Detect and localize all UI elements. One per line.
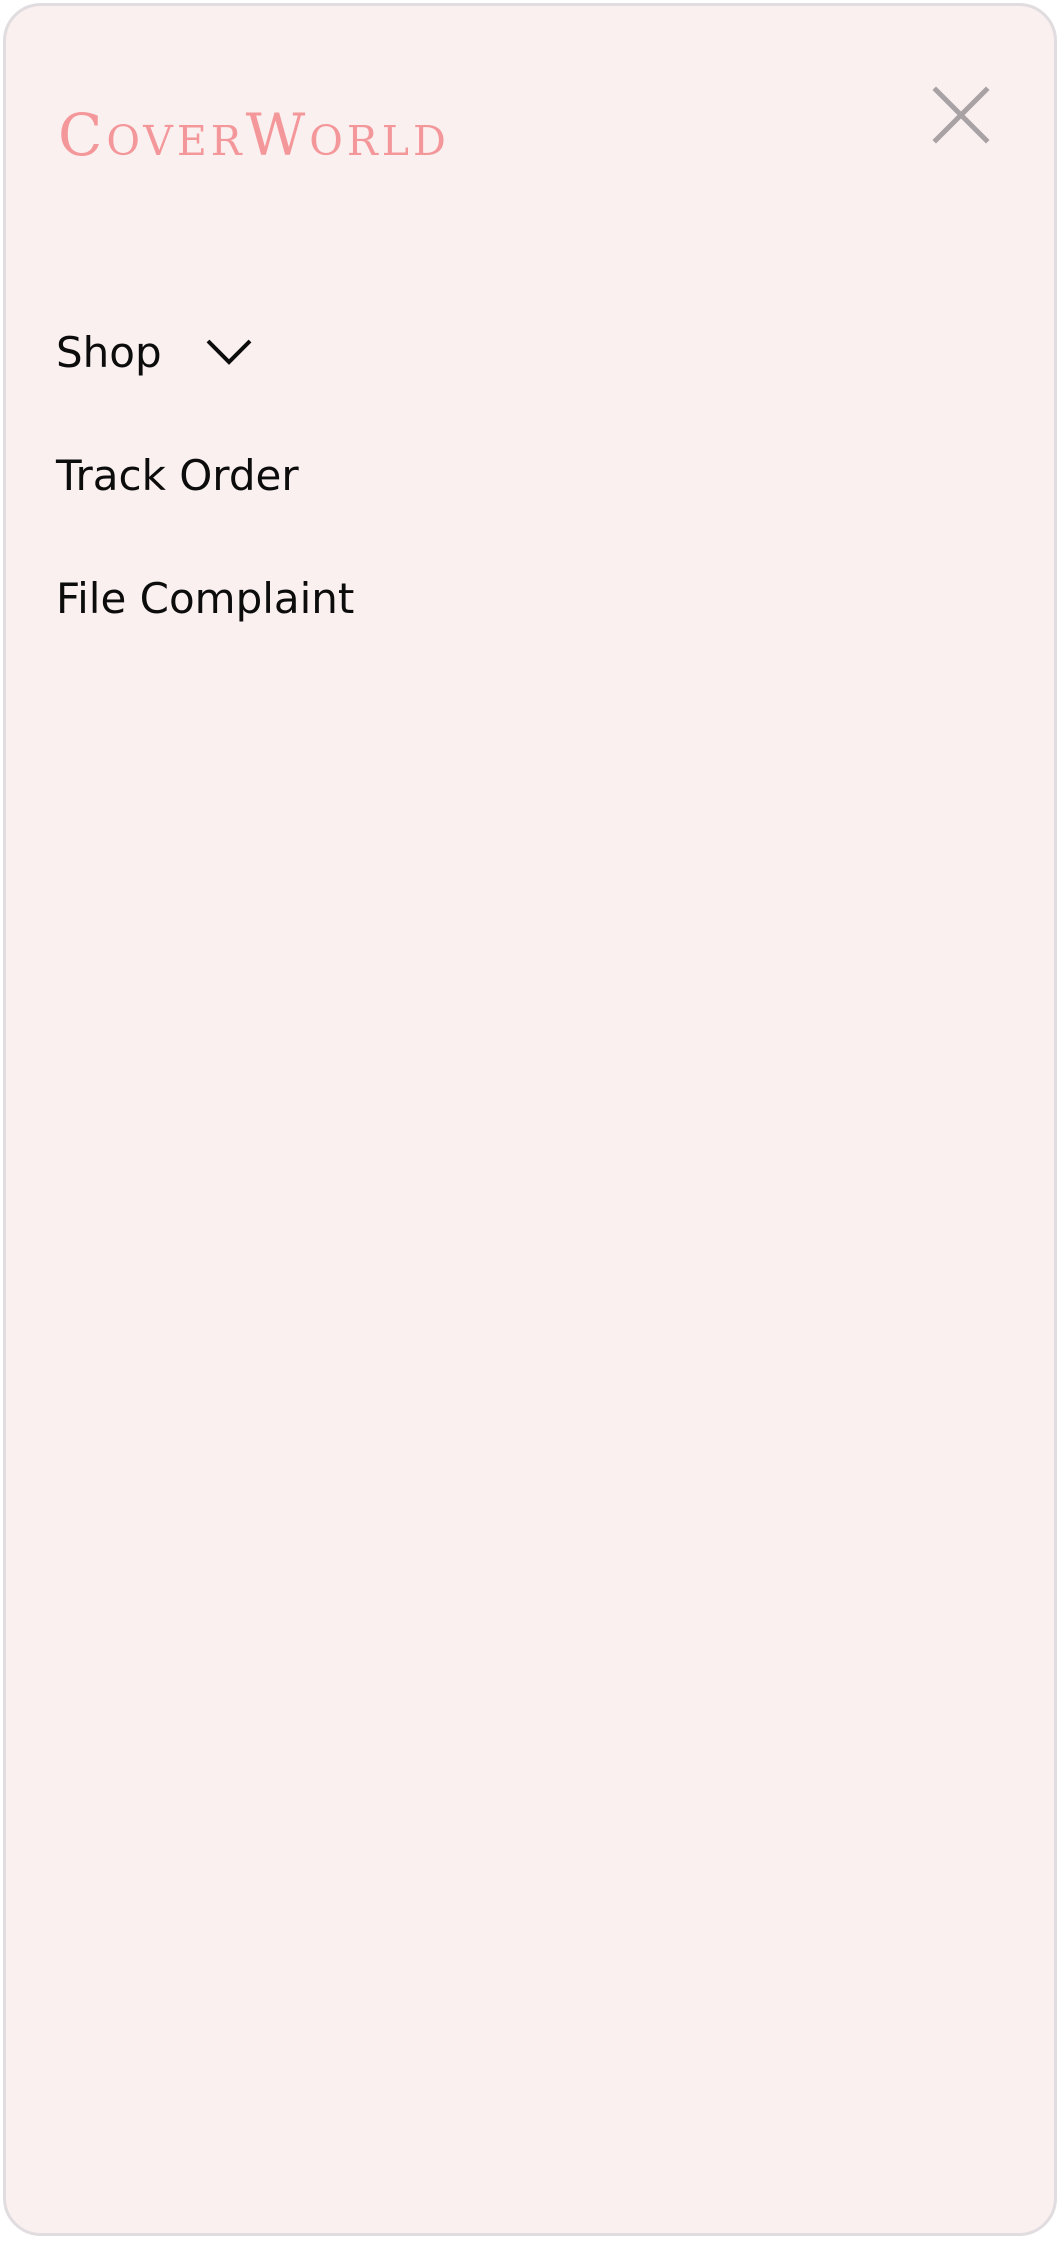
nav-item-track-order[interactable]: Track Order [56,441,354,509]
nav-item-label: File Complaint [56,573,355,623]
mobile-nav-drawer: CoverWorld Shop Track Order File Complai… [3,3,1057,2236]
main-nav: Shop Track Order File Complaint [56,318,354,687]
brand-logo[interactable]: CoverWorld [58,106,450,164]
nav-item-label: Track Order [56,450,299,500]
nav-item-file-complaint[interactable]: File Complaint [56,564,354,632]
chevron-down-icon[interactable] [204,337,254,367]
nav-item-shop[interactable]: Shop [56,318,354,386]
close-button[interactable] [930,84,992,146]
close-icon [932,86,990,144]
nav-item-label: Shop [56,327,162,377]
